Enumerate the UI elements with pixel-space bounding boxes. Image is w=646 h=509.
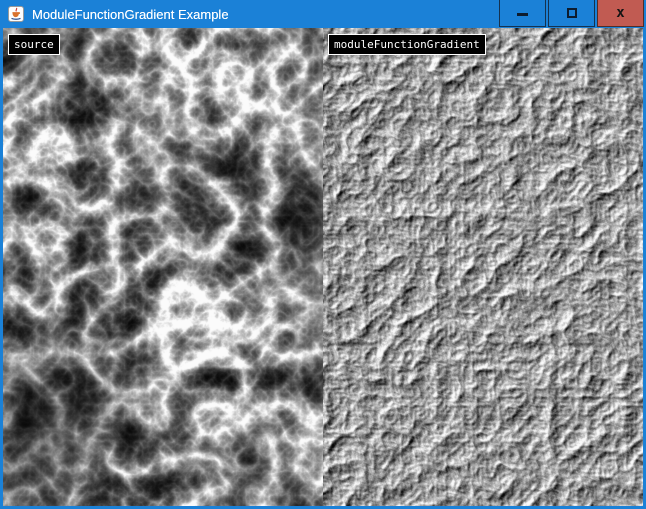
source-panel: source — [3, 28, 323, 506]
close-button[interactable]: x — [597, 0, 644, 27]
java-coffee-cup-icon — [8, 6, 24, 22]
minimize-icon — [517, 13, 528, 16]
source-label: source — [8, 34, 60, 55]
module-function-gradient-image — [323, 28, 643, 506]
app-window: ModuleFunctionGradient Example x source … — [0, 0, 646, 509]
titlebar[interactable]: ModuleFunctionGradient Example x — [0, 0, 646, 28]
maximize-icon — [567, 8, 577, 18]
window-controls: x — [497, 0, 644, 27]
source-noise-image — [3, 28, 323, 506]
module-function-gradient-label: moduleFunctionGradient — [328, 34, 486, 55]
window-title: ModuleFunctionGradient Example — [32, 7, 229, 22]
gradient-panel: moduleFunctionGradient — [323, 28, 643, 506]
close-icon: x — [616, 6, 624, 20]
content-area: source moduleFunctionGradient — [0, 28, 646, 509]
minimize-button[interactable] — [499, 0, 546, 27]
maximize-button[interactable] — [548, 0, 595, 27]
